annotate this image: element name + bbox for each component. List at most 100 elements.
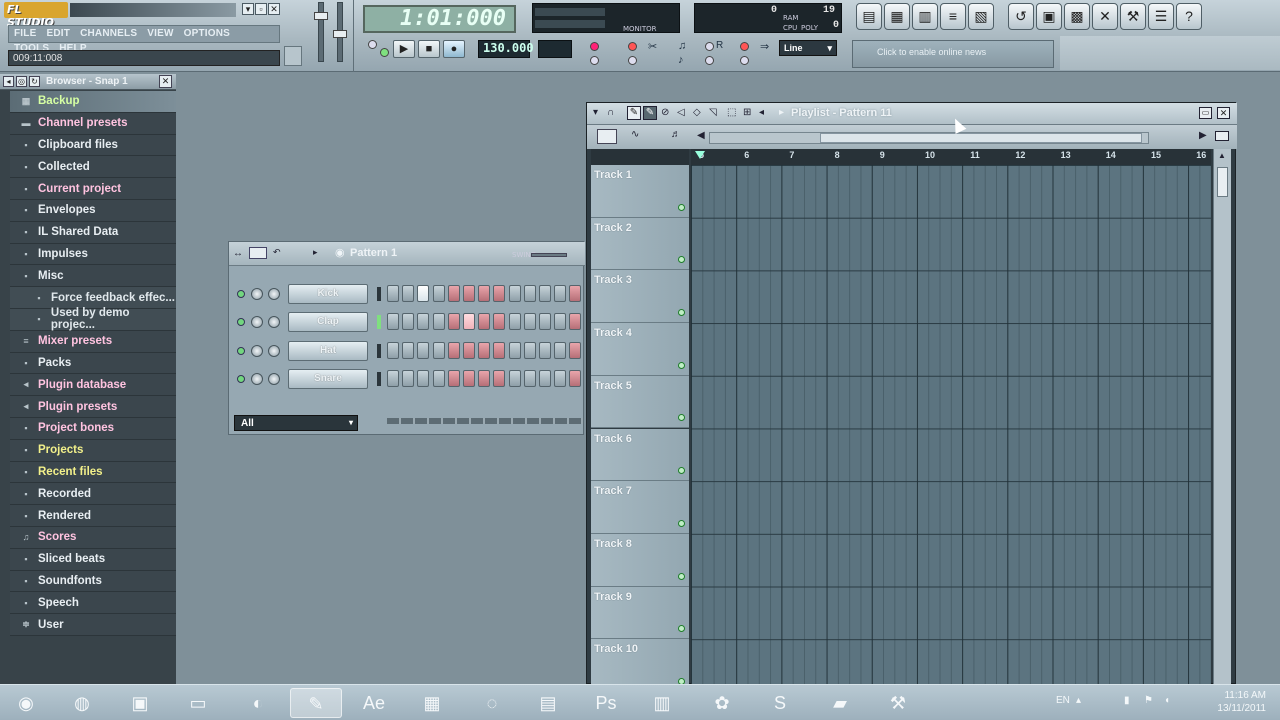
browser-item[interactable]: ♫ Scores (10, 526, 176, 549)
pan-knob[interactable] (251, 344, 263, 357)
step-button[interactable] (447, 285, 460, 302)
menu-options[interactable]: OPTIONS (179, 26, 235, 41)
taskbar-explorer-icon[interactable]: ▰ (814, 688, 866, 718)
step-button[interactable] (554, 313, 567, 331)
scroll-right-icon[interactable]: ▶ (1199, 130, 1207, 141)
step-button[interactable] (493, 369, 506, 387)
minimize-icon[interactable]: ▾ (242, 3, 254, 15)
volume-knob[interactable] (268, 372, 280, 385)
menu-edit[interactable]: EDIT (41, 26, 75, 41)
step-button[interactable] (478, 341, 491, 359)
pattern-name[interactable]: Pattern 1 (350, 247, 397, 259)
browser-refresh-icon[interactable]: ↻ (29, 76, 40, 87)
taskbar-fl-studio-icon[interactable]: ✎ (290, 688, 342, 718)
playlist-grid[interactable] (691, 165, 1211, 685)
scroll-thumb-vertical[interactable] (1217, 167, 1228, 197)
step-button[interactable] (463, 313, 475, 331)
step-button[interactable] (417, 313, 430, 331)
step-button[interactable] (478, 369, 491, 387)
browser-item[interactable]: ▪ IL Shared Data (10, 221, 176, 244)
magnet-icon[interactable]: ∩ (607, 107, 614, 118)
select-tool-icon[interactable]: ⬚ (727, 107, 736, 118)
channel-rack-icon[interactable]: ▥ (912, 3, 938, 30)
piano-icon[interactable]: ♫ (678, 40, 686, 52)
browser-item[interactable]: ▪ Sliced beats (10, 548, 176, 571)
track-header[interactable]: Track 3 (591, 270, 689, 324)
news-hint-panel[interactable]: Click to enable online news (852, 40, 1054, 68)
track-header[interactable]: Track 1 (591, 165, 689, 218)
export-icon[interactable]: ▩ (1064, 3, 1090, 30)
zoom-tool-icon[interactable]: ⊞ (743, 107, 751, 118)
save-icon[interactable]: ▣ (1036, 3, 1062, 30)
channel-led[interactable] (237, 346, 245, 355)
step-button[interactable] (493, 285, 506, 302)
close-icon[interactable]: ✕ (268, 3, 280, 15)
taskbar-paint-icon[interactable]: ✿ (696, 688, 748, 718)
master-pitch-handle[interactable] (333, 30, 347, 38)
play-button[interactable]: ▶ (393, 40, 415, 58)
flag-icon[interactable]: ⚑ (1144, 695, 1153, 706)
wait-led[interactable] (705, 56, 714, 65)
step-button[interactable] (417, 369, 430, 387)
browser-item[interactable]: ▪ Misc (10, 265, 176, 288)
channel-button[interactable]: Snare (288, 368, 368, 389)
channel-button[interactable]: Clap (288, 312, 368, 333)
menu-file[interactable]: FILE (9, 26, 41, 41)
taskbar-media-icon[interactable]: ▣ (114, 688, 166, 718)
step-button[interactable] (569, 369, 582, 387)
channel-select-indicator[interactable] (377, 343, 381, 358)
step-button[interactable] (402, 313, 415, 331)
volume-knob[interactable] (268, 288, 280, 300)
step-button[interactable] (554, 285, 567, 302)
playback-tool-icon[interactable]: ◂ (759, 107, 764, 118)
pan-knob[interactable] (251, 288, 263, 300)
browser-item[interactable]: ▪ Impulses (10, 243, 176, 266)
step-button[interactable] (569, 313, 582, 331)
system-clock[interactable]: 11:16 AM 13/11/2011 (1196, 689, 1266, 715)
step-button[interactable] (447, 341, 460, 359)
note-icon[interactable]: ♪ (678, 54, 684, 66)
step-button[interactable] (569, 285, 582, 302)
tools-icon[interactable]: ✕ (1092, 3, 1118, 30)
record-button[interactable]: ● (443, 40, 465, 58)
taskbar-after-effects-icon[interactable]: Ae (348, 688, 400, 718)
slip-tool-icon[interactable]: ◇ (693, 107, 701, 118)
step-button[interactable] (478, 313, 491, 331)
step-button[interactable] (447, 369, 460, 387)
restore-icon[interactable]: ▫ (255, 3, 267, 15)
rack-next-icon[interactable]: ▸ (313, 247, 318, 258)
step-button[interactable] (539, 313, 551, 331)
browser-item[interactable]: ▪ Soundfonts (10, 570, 176, 593)
taskbar-tool-icon[interactable]: ⚒ (872, 688, 924, 718)
playlist-icon[interactable]: ▤ (856, 3, 882, 30)
step-button[interactable] (508, 285, 521, 302)
taskbar-chrome-icon[interactable]: ◍ (56, 688, 108, 718)
browser-item[interactable]: ▪ Rendered (10, 505, 176, 527)
menu-channels[interactable]: CHANNELS (75, 26, 142, 41)
channel-select-indicator[interactable] (377, 287, 381, 301)
browser-item[interactable]: ▪ Packs (10, 352, 176, 375)
recording-icon[interactable]: R (716, 40, 723, 51)
draw-tool-icon[interactable]: ✎ (627, 106, 641, 120)
rack-undo-icon[interactable]: ↶ (273, 247, 281, 258)
blend-led[interactable] (705, 42, 714, 51)
browser-item[interactable]: ▪ Project bones (10, 417, 176, 440)
pan-knob[interactable] (251, 316, 263, 329)
channel-button[interactable]: Kick (288, 284, 368, 304)
close-icon[interactable]: ✕ (1217, 107, 1230, 119)
channel-select-indicator[interactable] (377, 371, 381, 386)
browser-item[interactable]: ▪ Used by demo projec... (10, 307, 176, 331)
browser-item[interactable]: ▪ Envelopes (10, 199, 176, 222)
track-header[interactable]: Track 5 (591, 375, 689, 429)
volume-knob[interactable] (268, 344, 280, 357)
pan-knob[interactable] (251, 372, 263, 385)
tray-arrow-icon[interactable]: ▴ (1076, 695, 1081, 706)
browser-item[interactable]: ▪ Clipboard files (10, 134, 176, 157)
browser-menu-icon[interactable]: ◂ (3, 76, 14, 87)
browser-close-icon[interactable]: ✕ (159, 75, 172, 88)
step-button[interactable] (402, 341, 415, 359)
step-button[interactable] (432, 313, 445, 331)
step-button[interactable] (554, 369, 567, 387)
browser-item[interactable]: ▪ Projects (10, 439, 176, 462)
taskbar-calculator-icon[interactable]: ▥ (636, 688, 688, 718)
